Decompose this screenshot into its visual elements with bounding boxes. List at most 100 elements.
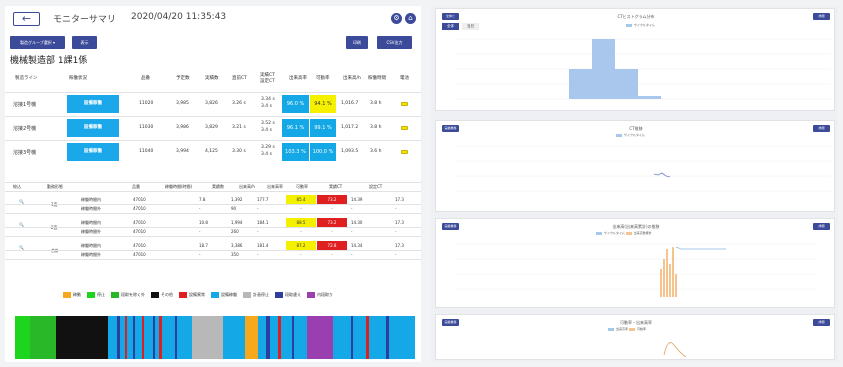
- actual-ct: 14.39: [351, 197, 363, 202]
- battery-icon: [401, 126, 408, 130]
- row-divider: [5, 204, 421, 205]
- shift-name: 2直: [51, 225, 58, 231]
- actual-ct: -: [351, 252, 353, 257]
- availability-rate: 73.2: [317, 195, 347, 204]
- output-per-hour: 184.1: [257, 220, 269, 225]
- timeline-segment: [222, 316, 245, 359]
- display-button[interactable]: 表示: [72, 36, 97, 49]
- availability-rate: 99.1 %: [310, 119, 336, 137]
- availability-rate: 73.2: [317, 218, 347, 227]
- setting-ct: 3.4 s: [261, 104, 272, 109]
- battery-icon: [401, 150, 408, 154]
- actual-count: 1,994: [231, 220, 243, 225]
- home-icon[interactable]: ⌂: [405, 13, 416, 24]
- legend-swatch: [307, 292, 315, 298]
- row-divider: [5, 191, 421, 192]
- yield-rate: -: [300, 206, 302, 211]
- back-button[interactable]: ←: [13, 12, 40, 26]
- row-divider: [5, 140, 421, 141]
- operating-hours: 18.7: [199, 243, 208, 248]
- actual-ct: 3.52 s: [261, 121, 275, 126]
- operating-hours: 10.8: [199, 220, 208, 225]
- plan-count: 3,994: [176, 149, 189, 154]
- status-button[interactable]: 設備稼働: [67, 119, 119, 137]
- actual-count: 3,829: [205, 125, 218, 130]
- availability-chart: [663, 342, 687, 358]
- availability-rate: 72.8: [317, 241, 347, 250]
- operating-hours: 3.6 h: [370, 149, 382, 154]
- timeline-segment: [257, 316, 267, 359]
- histogram-bar: [592, 39, 615, 99]
- legend-swatch: [275, 292, 283, 298]
- legend-item: その他: [151, 292, 173, 298]
- actual-count: 90: [231, 206, 237, 211]
- work-type: 稼働時間内: [81, 243, 101, 248]
- legend-swatch: [243, 292, 251, 298]
- availability-line: [663, 342, 687, 358]
- timeline-segment: [15, 316, 31, 359]
- legend-item: 設備稼働: [211, 292, 237, 298]
- chart-card-availability: 実績推移 詳細 可動率・出来高率 出来高率 可動率: [435, 314, 835, 360]
- group-select-button[interactable]: 製造グループ選択 ▾: [10, 36, 65, 49]
- line-name: 溶接2号機: [13, 126, 37, 132]
- part-number: 47010: [133, 206, 146, 211]
- part-number: 11020: [139, 101, 154, 106]
- ct-series-line: [653, 172, 671, 178]
- timeline-segment: [333, 316, 351, 359]
- print-button[interactable]: 印刷: [346, 36, 368, 49]
- timeline-segment: [269, 316, 279, 359]
- work-type: 稼働時間外: [81, 229, 101, 234]
- chart-card-ct-trend: 実績推移 詳細 CT推移 サイクルタイム: [435, 120, 835, 212]
- timeline-segment: [244, 316, 258, 359]
- actual-count: 1,392: [231, 197, 243, 202]
- shift-header: 実績数: [212, 184, 224, 189]
- section-title: 機械製造部 1課1係: [10, 56, 88, 66]
- output-per-hour: -: [257, 252, 259, 257]
- legend-swatch: [87, 292, 95, 298]
- status-button[interactable]: 設備稼働: [67, 143, 119, 161]
- charts-panel: 全体ヒ 詳細 CTヒストグラム分布 全体 当日 サイクルタイム 実績推移 詳細 …: [431, 6, 838, 362]
- row-divider: [5, 236, 421, 237]
- status-button[interactable]: 設備稼働: [67, 95, 119, 113]
- legend-item: 設備異常: [179, 292, 205, 298]
- yield-rate: 88.5: [286, 218, 316, 227]
- chart-card-output-trend: 実績推移 詳細 出来高(出来高累計)の推移 サイクルタイム 出来高数累計: [435, 218, 835, 308]
- part-number: 47010: [133, 197, 146, 202]
- output-per-hour: 1,016.7: [341, 101, 359, 106]
- shift-name: 1直: [51, 202, 58, 208]
- histogram-chart: [456, 38, 831, 100]
- output-bars: [660, 247, 677, 297]
- legend-item: 稼動: [63, 292, 81, 298]
- setting-ct: 17.3: [395, 243, 404, 248]
- part-number: 47010: [133, 229, 146, 234]
- histogram-bar: [638, 96, 661, 99]
- setting-ct: 3.4 s: [261, 128, 272, 133]
- legend-item: 段取を除く外: [111, 292, 145, 298]
- legend-label: 設備異常: [189, 292, 205, 297]
- histogram-bar: [615, 69, 638, 99]
- lines-header: 稼働状況: [69, 76, 87, 81]
- gear-icon[interactable]: ⚙: [391, 13, 402, 24]
- actual-count: 3,386: [231, 243, 243, 248]
- lines-header: 可動率: [316, 76, 330, 81]
- actual-ct: 3.34 s: [261, 97, 275, 102]
- shift-header: 品番: [132, 184, 140, 189]
- part-number: 11030: [139, 125, 154, 130]
- legend-swatch: [151, 292, 159, 298]
- yield-rate: -: [300, 229, 302, 234]
- work-type: 稼働時間内: [81, 220, 101, 225]
- timeline-segment: [192, 316, 223, 359]
- shift-header: 出来高/h: [239, 184, 255, 189]
- timeline-segment: [280, 316, 292, 359]
- row-divider: [5, 227, 421, 228]
- csv-export-button[interactable]: CSV出力: [377, 36, 412, 49]
- timeline-segment: [56, 316, 109, 359]
- battery-icon: [401, 102, 408, 106]
- arrow-left-icon: ←: [21, 12, 32, 25]
- setting-ct: -: [395, 252, 397, 257]
- legend-label: 内段取り: [317, 292, 333, 297]
- legend-label: 計画停止: [253, 292, 269, 297]
- setting-ct: -: [395, 206, 397, 211]
- histogram-bar: [569, 69, 592, 99]
- availability-rate: 94.1 %: [310, 95, 336, 113]
